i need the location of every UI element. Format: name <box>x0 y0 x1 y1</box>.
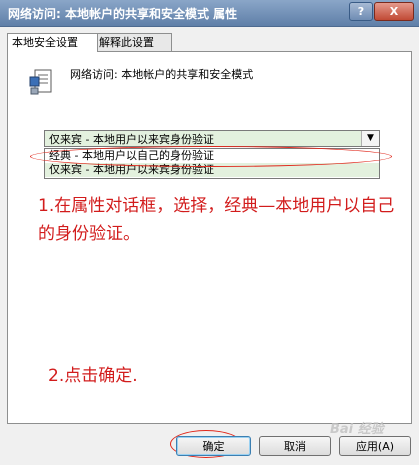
tab-panel: 网络访问: 本地帐户的共享和安全模式 仅来宾 - 本地用户以来宾身份验证 ▼ 经… <box>7 51 412 424</box>
properties-dialog: 网络访问: 本地帐户的共享和安全模式 属性 ? X 本地安全设置 解释此设置 网… <box>0 0 419 465</box>
ok-button[interactable]: 确定 <box>176 436 251 456</box>
security-model-select[interactable]: 仅来宾 - 本地用户以来宾身份验证 ▼ <box>44 130 380 147</box>
annotation-step-2: 2.点击确定. <box>48 366 138 386</box>
tab-local-security-setting[interactable]: 本地安全设置 <box>7 33 98 52</box>
annotation-step-1: 1.在属性对话框，选择，经典—本地用户以自己的身份验证。 <box>38 196 395 244</box>
title-bar: 网络访问: 本地帐户的共享和安全模式 属性 ? X <box>0 0 419 27</box>
cancel-button[interactable]: 取消 <box>259 436 331 456</box>
tab-explain-setting[interactable]: 解释此设置 <box>94 33 172 51</box>
watermark: Bai 经验 <box>330 422 384 437</box>
highlight-ellipse <box>30 146 392 167</box>
policy-document-icon <box>29 69 52 95</box>
close-button[interactable]: X <box>374 2 414 21</box>
help-button[interactable]: ? <box>349 2 373 21</box>
policy-title: 网络访问: 本地帐户的共享和安全模式 <box>70 68 254 81</box>
select-value: 仅来宾 - 本地用户以来宾身份验证 <box>49 133 214 146</box>
apply-button[interactable]: 应用(A) <box>339 436 411 456</box>
chevron-down-icon[interactable]: ▼ <box>361 131 379 146</box>
window-title: 网络访问: 本地帐户的共享和安全模式 属性 <box>8 7 238 21</box>
